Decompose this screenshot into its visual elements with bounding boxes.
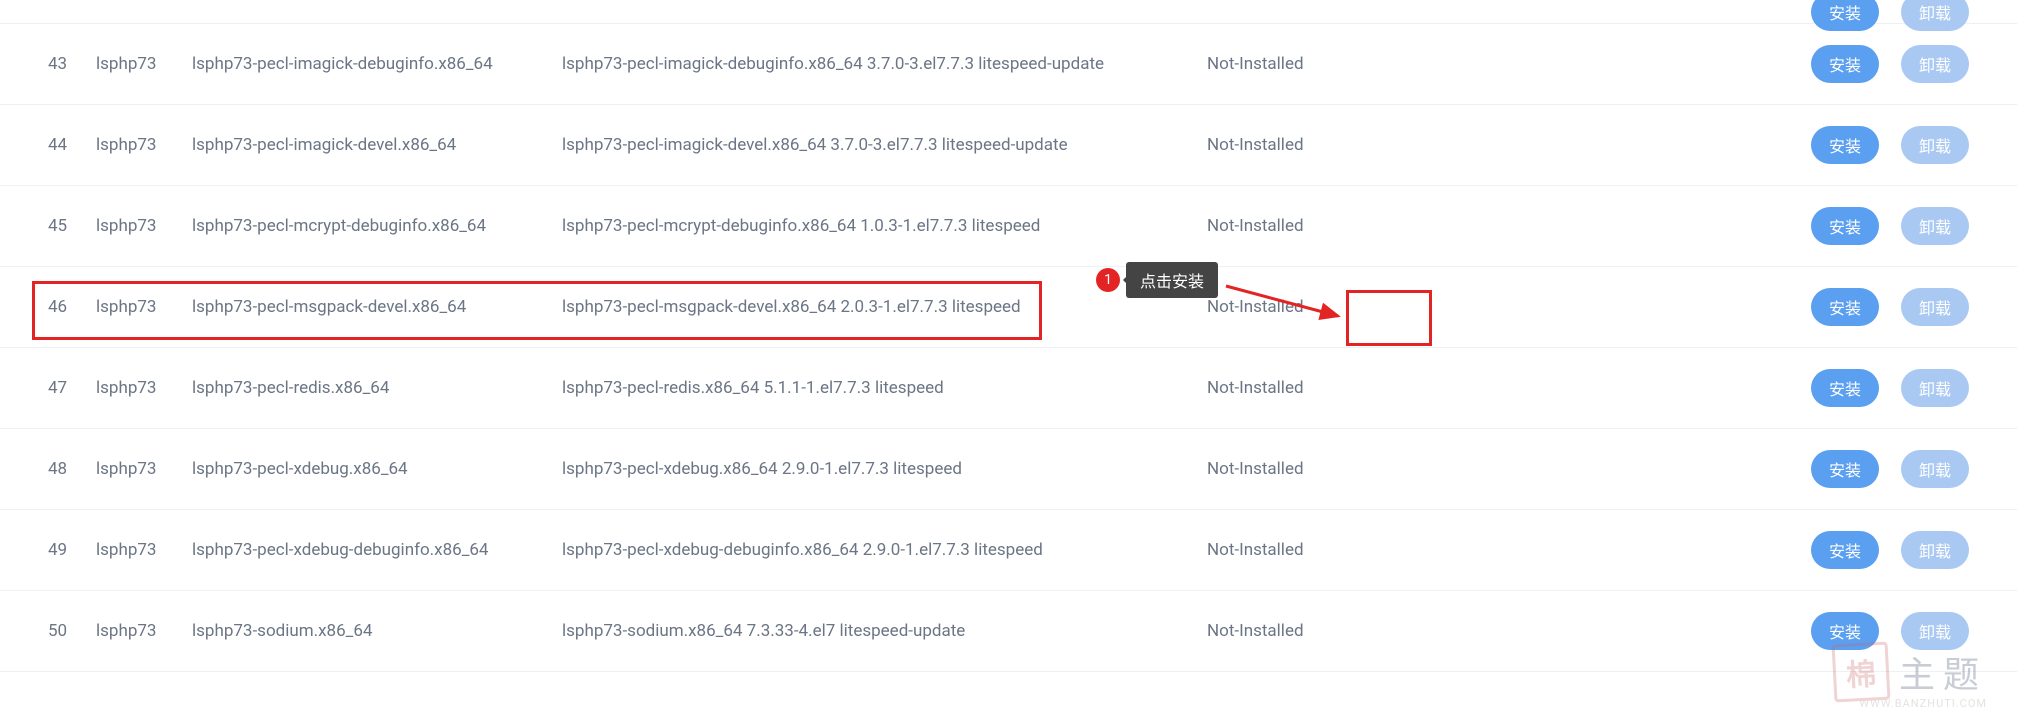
row-actions: 安装卸载 — [1347, 369, 1969, 407]
row-package-name: lsphp73-pecl-xdebug-debuginfo.x86_64 — [192, 540, 562, 560]
package-table: 安装 卸载 43lsphp73lsphp73-pecl-imagick-debu… — [0, 0, 2017, 672]
row-package-group: lsphp73 — [96, 54, 192, 74]
row-package-name: lsphp73-pecl-mcrypt-debuginfo.x86_64 — [192, 216, 562, 236]
row-description: lsphp73-pecl-mcrypt-debuginfo.x86_64 1.0… — [562, 216, 1207, 236]
table-row: 43lsphp73lsphp73-pecl-imagick-debuginfo.… — [0, 24, 2017, 105]
row-package-name: lsphp73-sodium.x86_64 — [192, 621, 562, 641]
table-row: 48lsphp73lsphp73-pecl-xdebug.x86_64lsphp… — [0, 429, 2017, 510]
row-package-group: lsphp73 — [96, 378, 192, 398]
install-button[interactable]: 安装 — [1811, 612, 1879, 650]
row-status: Not-Installed — [1207, 135, 1347, 155]
row-status: Not-Installed — [1207, 378, 1347, 398]
row-package-group: lsphp73 — [96, 216, 192, 236]
watermark-url: WWW.BANZHUTI.COM — [1833, 697, 1987, 710]
row-package-name: lsphp73-pecl-imagick-debuginfo.x86_64 — [192, 54, 562, 74]
row-package-name: lsphp73-pecl-redis.x86_64 — [192, 378, 562, 398]
row-actions: 安装卸载 — [1347, 450, 1969, 488]
row-description: lsphp73-sodium.x86_64 7.3.33-4.el7 lites… — [562, 621, 1207, 641]
row-status: Not-Installed — [1207, 54, 1347, 74]
row-index: 50 — [48, 621, 96, 641]
install-button[interactable]: 安装 — [1811, 450, 1879, 488]
row-package-group: lsphp73 — [96, 621, 192, 641]
row-index: 48 — [48, 459, 96, 479]
row-actions: 安装卸载 — [1347, 531, 1969, 569]
row-package-name: lsphp73-pecl-msgpack-devel.x86_64 — [192, 297, 562, 317]
table-row: 50lsphp73lsphp73-sodium.x86_64lsphp73-so… — [0, 591, 2017, 672]
uninstall-button[interactable]: 卸载 — [1901, 45, 1969, 83]
row-index: 49 — [48, 540, 96, 560]
uninstall-button[interactable]: 卸载 — [1901, 0, 1969, 31]
row-actions: 安装卸载 — [1347, 207, 1969, 245]
row-description: lsphp73-pecl-msgpack-devel.x86_64 2.0.3-… — [562, 297, 1207, 317]
row-description: lsphp73-pecl-imagick-debuginfo.x86_64 3.… — [562, 54, 1207, 74]
uninstall-button[interactable]: 卸载 — [1901, 207, 1969, 245]
row-package-group: lsphp73 — [96, 540, 192, 560]
row-actions: 安装卸载 — [1347, 126, 1969, 164]
row-actions: 安装卸载 — [1347, 288, 1969, 326]
row-status: Not-Installed — [1207, 297, 1347, 317]
row-description: lsphp73-pecl-redis.x86_64 5.1.1-1.el7.7.… — [562, 378, 1207, 398]
row-index: 46 — [48, 297, 96, 317]
install-button[interactable]: 安装 — [1811, 0, 1879, 31]
row-index: 43 — [48, 54, 96, 74]
row-package-group: lsphp73 — [96, 135, 192, 155]
uninstall-button[interactable]: 卸载 — [1901, 126, 1969, 164]
uninstall-button[interactable]: 卸载 — [1901, 612, 1969, 650]
table-row: 46lsphp73lsphp73-pecl-msgpack-devel.x86_… — [0, 267, 2017, 348]
table-row: 45lsphp73lsphp73-pecl-mcrypt-debuginfo.x… — [0, 186, 2017, 267]
uninstall-button[interactable]: 卸载 — [1901, 531, 1969, 569]
install-button[interactable]: 安装 — [1811, 45, 1879, 83]
table-row: 49lsphp73lsphp73-pecl-xdebug-debuginfo.x… — [0, 510, 2017, 591]
row-index: 47 — [48, 378, 96, 398]
uninstall-button[interactable]: 卸载 — [1901, 369, 1969, 407]
row-status: Not-Installed — [1207, 540, 1347, 560]
install-button[interactable]: 安装 — [1811, 531, 1879, 569]
uninstall-button[interactable]: 卸载 — [1901, 288, 1969, 326]
row-actions: 安装卸载 — [1347, 45, 1969, 83]
install-button[interactable]: 安装 — [1811, 126, 1879, 164]
row-package-name: lsphp73-pecl-xdebug.x86_64 — [192, 459, 562, 479]
row-status: Not-Installed — [1207, 216, 1347, 236]
row-index: 45 — [48, 216, 96, 236]
row-actions: 安装卸载 — [1347, 612, 1969, 650]
row-package-group: lsphp73 — [96, 297, 192, 317]
install-button[interactable]: 安装 — [1811, 207, 1879, 245]
row-description: lsphp73-pecl-xdebug.x86_64 2.9.0-1.el7.7… — [562, 459, 1207, 479]
row-description: lsphp73-pecl-xdebug-debuginfo.x86_64 2.9… — [562, 540, 1207, 560]
row-description: lsphp73-pecl-imagick-devel.x86_64 3.7.0-… — [562, 135, 1207, 155]
install-button[interactable]: 安装 — [1811, 369, 1879, 407]
row-package-group: lsphp73 — [96, 459, 192, 479]
row-status: Not-Installed — [1207, 459, 1347, 479]
row-package-name: lsphp73-pecl-imagick-devel.x86_64 — [192, 135, 562, 155]
table-row-partial: 安装 卸载 — [0, 0, 2017, 24]
row-index: 44 — [48, 135, 96, 155]
install-button[interactable]: 安装 — [1811, 288, 1879, 326]
uninstall-button[interactable]: 卸载 — [1901, 450, 1969, 488]
row-status: Not-Installed — [1207, 621, 1347, 641]
table-row: 44lsphp73lsphp73-pecl-imagick-devel.x86_… — [0, 105, 2017, 186]
table-row: 47lsphp73lsphp73-pecl-redis.x86_64lsphp7… — [0, 348, 2017, 429]
